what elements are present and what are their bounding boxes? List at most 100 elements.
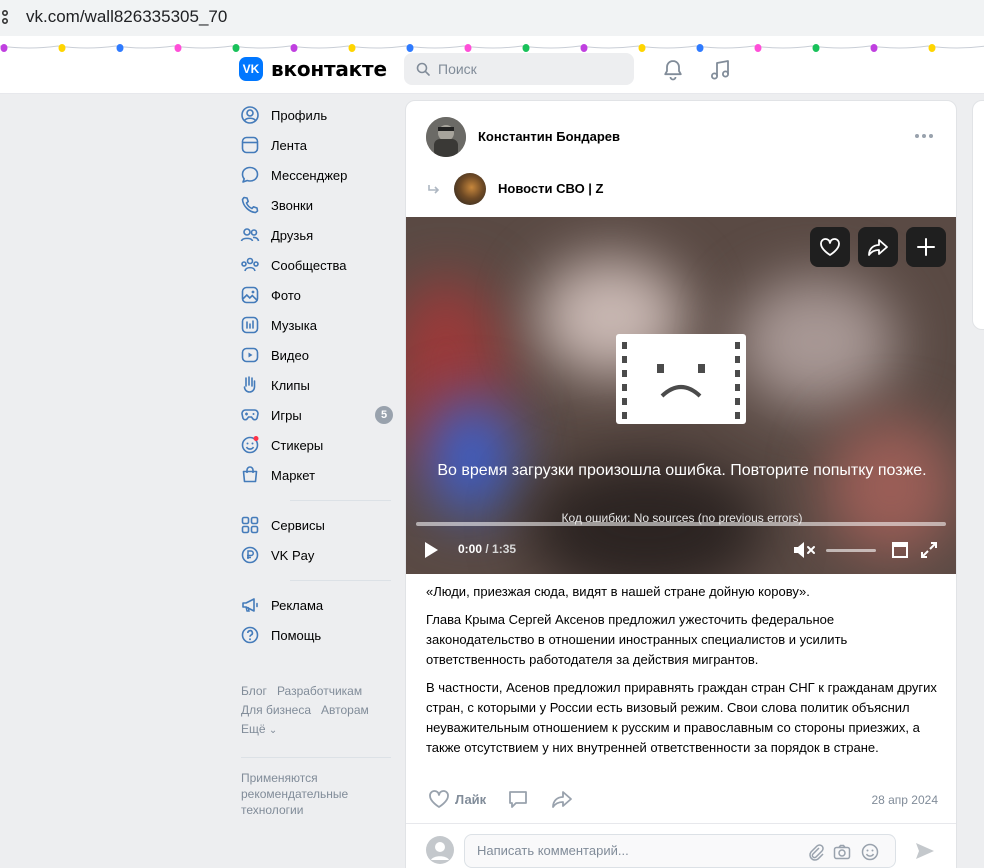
source-avatar[interactable] — [454, 173, 486, 205]
sidebar-item-news[interactable]: Лента — [240, 130, 395, 160]
sidebar-item-photo[interactable]: Фото — [240, 280, 395, 310]
url-text[interactable]: vk.com/wall826335305_70 — [26, 7, 227, 27]
vk-logo-text: вконтакте — [271, 57, 387, 81]
sidebar-item-label: Мессенджер — [271, 167, 348, 183]
music-note-icon[interactable] — [708, 58, 732, 82]
footer-link-more[interactable]: Ещё ⌄ — [241, 722, 277, 736]
sidebar-item-label: Сообщества — [271, 257, 347, 273]
chevron-down-icon: ⌄ — [268, 725, 278, 736]
like-button[interactable]: Лайк — [428, 789, 486, 809]
garland-bulb — [58, 44, 66, 52]
more-options-icon[interactable] — [914, 131, 934, 141]
mute-icon[interactable] — [792, 541, 818, 559]
miniplayer-icon[interactable] — [892, 542, 908, 558]
communities-icon — [240, 255, 260, 275]
footer-link-authors[interactable]: Авторам — [321, 703, 369, 717]
sidebar-item-phone[interactable]: Звонки — [240, 190, 395, 220]
garland-bulb — [696, 44, 704, 52]
share-button[interactable] — [550, 789, 574, 809]
heart-outline-icon — [429, 790, 449, 808]
author-avatar[interactable] — [426, 117, 466, 157]
footer-link-more-label: Ещё — [241, 722, 266, 736]
avatar-photo — [426, 117, 466, 157]
fullscreen-icon[interactable] — [920, 541, 938, 559]
search-box[interactable] — [404, 53, 634, 85]
sidebar-item-label: Профиль — [271, 107, 328, 123]
video-time: 0:00 / 1:35 — [458, 542, 516, 556]
site-settings-icon[interactable] — [0, 9, 10, 25]
send-icon[interactable] — [914, 841, 936, 861]
sidebar-item-ads[interactable]: Реклама — [240, 590, 395, 620]
address-bar[interactable]: vk.com/wall826335305_70 — [0, 0, 984, 36]
sidebar-divider — [290, 500, 391, 501]
video-player[interactable]: Во время загрузки произошла ошибка. Повт… — [406, 217, 956, 574]
comment-button[interactable] — [507, 789, 529, 809]
sidebar-item-games[interactable]: Игры 5 — [240, 400, 395, 430]
volume-slider[interactable] — [826, 549, 876, 552]
sidebar-nav: Профиль Лента Мессенджер Звонки Друзья Сообще… — [240, 100, 395, 650]
sidebar-item-stickers[interactable]: Стикеры — [240, 430, 395, 460]
garland-wire — [0, 45, 984, 49]
sidebar-item-label: Маркет — [271, 467, 316, 483]
sidebar-item-label: Музыка — [271, 317, 317, 333]
comment-input[interactable] — [477, 843, 797, 858]
video-like-button[interactable] — [810, 227, 850, 267]
sad-film-icon — [622, 342, 740, 419]
vk-logo[interactable]: VK вконтакте — [239, 57, 387, 81]
broken-video-icon — [616, 334, 746, 424]
sidebar-item-profile[interactable]: Профиль — [240, 100, 395, 130]
search-input[interactable] — [438, 61, 618, 77]
market-icon — [240, 465, 260, 485]
footer-link-blog[interactable]: Блог — [241, 684, 267, 698]
sidebar-item-clips[interactable]: Клипы — [240, 370, 395, 400]
sidebar-item-label: Реклама — [271, 597, 324, 613]
video-share-button[interactable] — [858, 227, 898, 267]
sidebar-item-label: Помощь — [271, 627, 322, 643]
post-date[interactable]: 28 апр 2024 — [871, 793, 938, 807]
play-icon[interactable] — [422, 541, 440, 559]
camera-icon[interactable] — [833, 843, 851, 861]
source-name[interactable]: Новости СВО | Z — [498, 181, 604, 196]
sidebar-item-communities[interactable]: Сообщества — [240, 250, 395, 280]
repost-arrow-icon — [428, 185, 440, 194]
garland-bulb — [754, 44, 762, 52]
sidebar-item-label: VK Pay — [271, 547, 315, 563]
sidebar-item-vkpay[interactable]: VK Pay — [240, 540, 395, 570]
garland-bulb — [406, 44, 414, 52]
sidebar-item-message[interactable]: Мессенджер — [240, 160, 395, 190]
comment-box[interactable] — [464, 834, 896, 868]
share-icon — [552, 791, 572, 808]
garland-bulb — [290, 44, 298, 52]
paperclip-icon[interactable] — [807, 843, 825, 861]
sidebar-item-label: Друзья — [271, 227, 314, 243]
sidebar-item-help[interactable]: Помощь — [240, 620, 395, 650]
emoji-icon[interactable] — [861, 843, 879, 861]
music-icon — [240, 315, 260, 335]
garland-bulb — [348, 44, 356, 52]
post-author-name[interactable]: Константин Бондарев — [478, 129, 620, 144]
footer-link-developers[interactable]: Разработчикам — [277, 684, 362, 698]
sidebar-item-label: Сервисы — [271, 517, 325, 533]
sidebar-item-services[interactable]: Сервисы — [240, 510, 395, 540]
sidebar-item-video[interactable]: Видео — [240, 340, 395, 370]
garland-bulb — [174, 44, 182, 52]
post-actions: Лайк 28 апр 2024 — [426, 789, 938, 813]
garland-bulb — [232, 44, 240, 52]
post-paragraph: В частности, Асенов предложил приравнять… — [426, 680, 937, 755]
bell-icon[interactable] — [661, 58, 685, 82]
sidebar-item-music[interactable]: Музыка — [240, 310, 395, 340]
like-label: Лайк — [455, 791, 487, 807]
sidebar-item-friends[interactable]: Друзья — [240, 220, 395, 250]
sidebar-item-label: Звонки — [271, 197, 313, 213]
garland-bulb — [0, 44, 8, 52]
message-icon — [240, 165, 260, 185]
video-add-button[interactable] — [906, 227, 946, 267]
sidebar-item-market[interactable]: Маркет — [240, 460, 395, 490]
video-current-time: 0:00 — [458, 542, 483, 556]
sidebar-item-label: Видео — [271, 347, 309, 363]
footer-link-business[interactable]: Для бизнеса — [241, 703, 311, 717]
recommendation-note[interactable]: Применяются рекомендательные технологии — [241, 770, 381, 818]
video-error-message: Во время загрузки произошла ошибка. Повт… — [437, 462, 927, 479]
sidebar-item-badge: 5 — [375, 406, 393, 424]
user-placeholder-icon — [431, 842, 449, 860]
